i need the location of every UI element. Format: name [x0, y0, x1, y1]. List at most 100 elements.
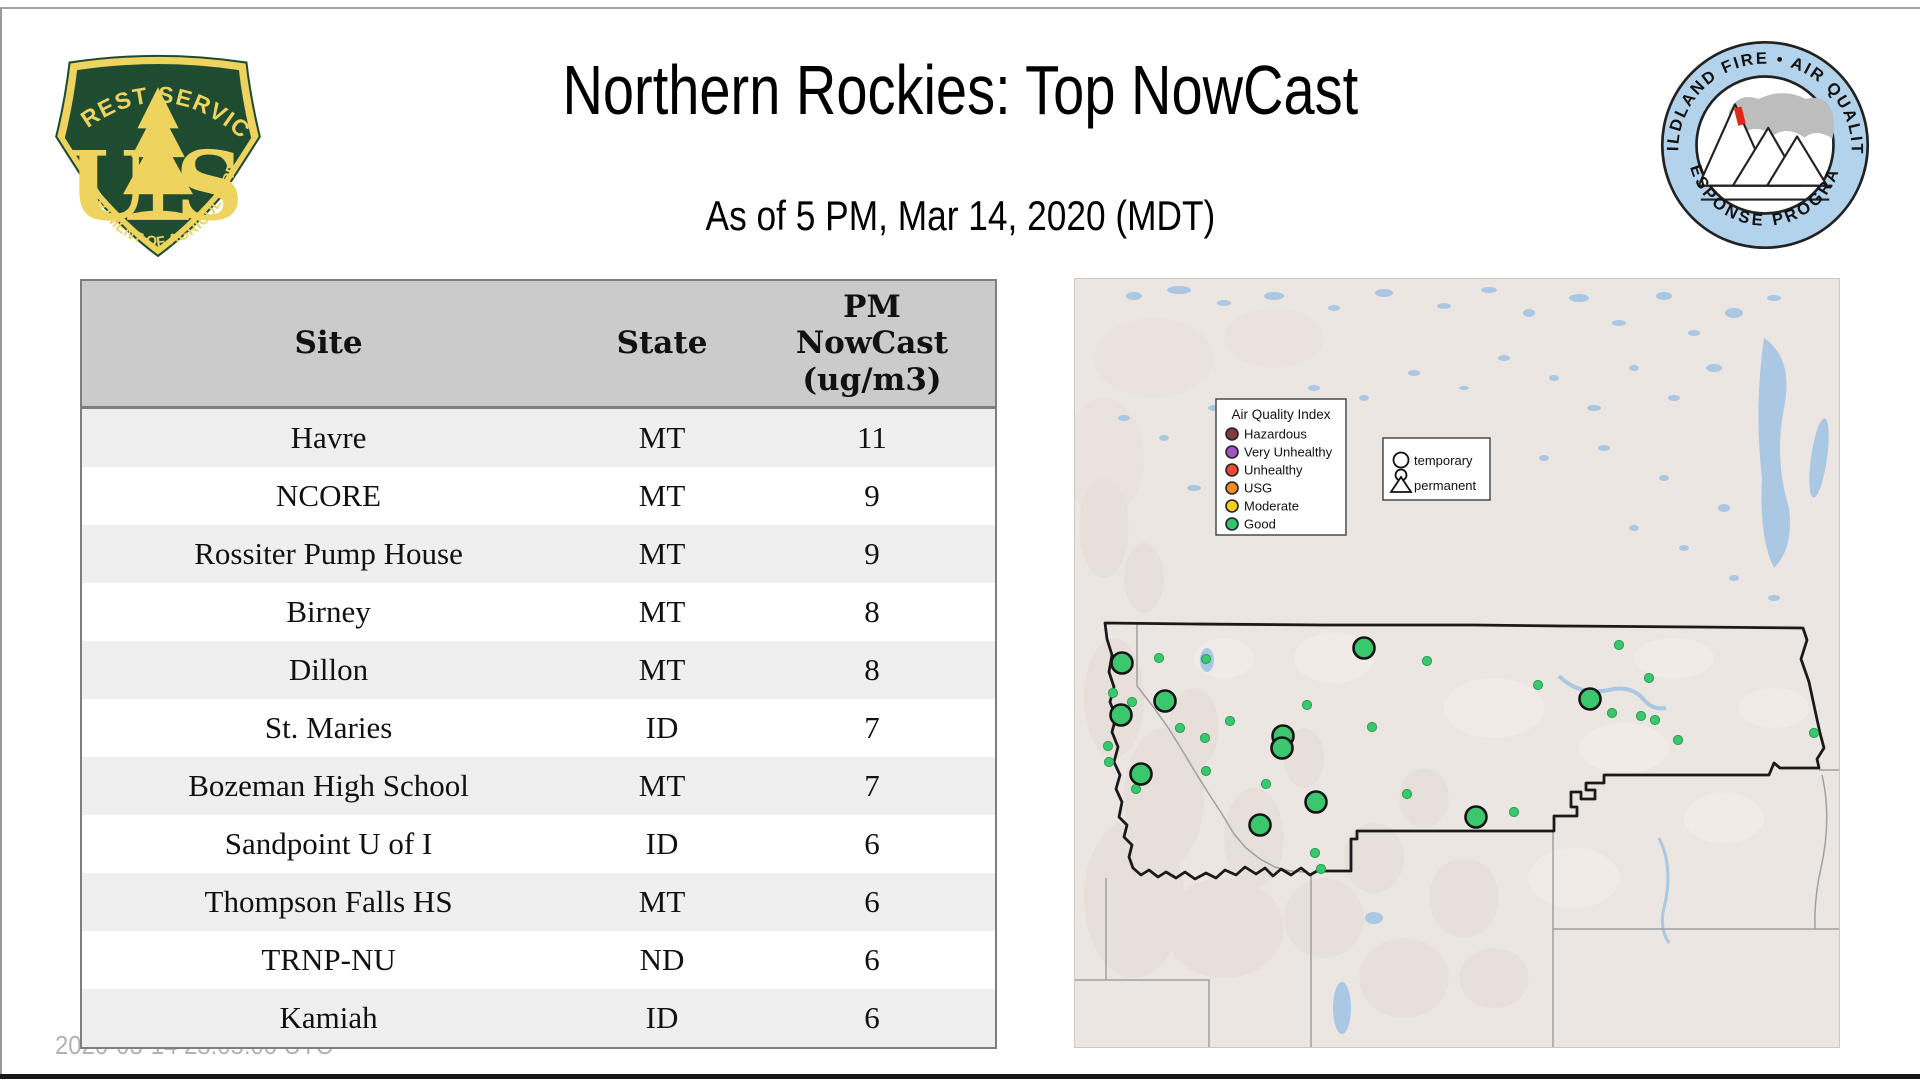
monitor-dot — [1649, 714, 1661, 726]
aqi-swatch — [1225, 463, 1239, 477]
top-site-dot — [1578, 687, 1602, 711]
cell-state: ID — [645, 710, 679, 745]
cell-site: Thompson Falls HS — [204, 884, 453, 919]
cell-site: NCORE — [276, 478, 382, 513]
cell-state: MT — [638, 884, 686, 919]
cell-pm: 6 — [864, 884, 880, 919]
aqi-label: Good — [1244, 517, 1276, 532]
column-header-site: Site — [81, 280, 576, 409]
slide-top-border — [0, 7, 1920, 9]
cell-state: MT — [638, 536, 686, 571]
cell-state: MT — [638, 420, 686, 455]
table-row: Kamiah ID 6 — [81, 989, 996, 1048]
monitor-dot — [1508, 806, 1520, 818]
monitor-dot — [1366, 721, 1378, 733]
cell-pm: 7 — [864, 768, 880, 803]
cell-site: St. Maries — [264, 710, 393, 745]
aqi-label: Very Unhealthy — [1244, 445, 1333, 460]
table-row: NCORE MT 9 — [81, 467, 996, 525]
cell-state: MT — [638, 652, 686, 687]
monitor-dot — [1401, 788, 1413, 800]
usfs-logo: FOREST SERVICE DEPARTMENT OF AGRICULTURE… — [55, 42, 261, 258]
aqi-legend-title: Air Quality Index — [1231, 407, 1330, 422]
table-header-row: Site State PM NowCast (ug/m3) — [81, 280, 996, 409]
table-row: Bozeman High School MT 7 — [81, 757, 996, 815]
aqi-swatch — [1225, 445, 1239, 459]
cell-pm: 6 — [864, 942, 880, 977]
monitor-dot — [1421, 655, 1433, 667]
aqi-label: Hazardous — [1244, 427, 1307, 442]
cell-pm: 9 — [864, 478, 880, 513]
wfaqrp-logo: WILDLAND FIRE • AIR QUALITY RESPONSE PRO… — [1658, 38, 1870, 250]
cell-state: MT — [638, 768, 686, 803]
slide: 2020-03-14 23:05:00 UTC FOREST SERVICE D… — [0, 0, 1920, 1080]
cell-state: MT — [638, 478, 686, 513]
cell-pm: 6 — [864, 1000, 880, 1035]
monitor-dot — [1224, 715, 1236, 727]
cell-pm: 9 — [864, 536, 880, 571]
top-site-dot — [1352, 636, 1376, 660]
aqi-label: Moderate — [1244, 499, 1299, 514]
aqi-swatch — [1225, 427, 1239, 441]
cell-pm: 11 — [857, 420, 887, 455]
monitor-dot — [1126, 696, 1138, 708]
top-site-dot — [1248, 813, 1272, 837]
cell-pm: 6 — [864, 826, 880, 861]
cell-pm: 8 — [864, 594, 880, 629]
monitor-dot — [1174, 722, 1186, 734]
monitor-dot — [1107, 687, 1119, 699]
monitor-dot — [1672, 734, 1684, 746]
monitor-dot — [1153, 652, 1165, 664]
cell-pm: 8 — [864, 652, 880, 687]
permanent-label: permanent — [1414, 478, 1477, 493]
aqi-legend: Air Quality Index Hazardous Very Unhealth… — [1215, 398, 1347, 536]
top-site-dot — [1129, 762, 1153, 786]
cell-site: Birney — [286, 594, 371, 629]
monitor-dot — [1200, 653, 1212, 665]
nowcast-table: Site State PM NowCast (ug/m3) Havre MT 11 … — [80, 279, 997, 1049]
table-row: St. Maries ID 7 — [81, 699, 996, 757]
monitor-dot — [1103, 756, 1115, 768]
cell-site: Kamiah — [279, 1000, 378, 1035]
temporary-label: temporary — [1414, 453, 1473, 468]
monitor-dot — [1309, 847, 1321, 859]
monitor-dot — [1199, 732, 1211, 744]
top-site-dot — [1110, 651, 1134, 675]
slide-bottom-border — [0, 1074, 1920, 1079]
monitor-dot — [1301, 699, 1313, 711]
monitor-type-legend: temporary permanent — [1382, 437, 1491, 501]
cell-pm: 7 — [864, 710, 880, 745]
monitor-dot — [1808, 727, 1820, 739]
cell-state: ID — [645, 826, 679, 861]
column-header-state: State — [575, 280, 749, 409]
temporary-monitor-icon — [1392, 451, 1410, 469]
monitor-dot — [1532, 679, 1544, 691]
table-row: TRNP-NU ND 6 — [81, 931, 996, 989]
table-row: Havre MT 11 — [81, 407, 996, 467]
cell-site: Havre — [290, 420, 367, 455]
top-site-dot — [1304, 790, 1328, 814]
monitor-map: Air Quality Index Hazardous Very Unhealth… — [1074, 278, 1840, 1048]
top-site-dot — [1270, 736, 1294, 760]
cell-state: MT — [638, 594, 686, 629]
monitor-dot — [1130, 783, 1142, 795]
table-row: Sandpoint U of I ID 6 — [81, 815, 996, 873]
table-row: Rossiter Pump House MT 9 — [81, 525, 996, 583]
cell-state: ND — [639, 942, 685, 977]
cell-site: TRNP-NU — [261, 942, 396, 977]
aqi-label: Unhealthy — [1244, 463, 1303, 478]
aqi-swatch — [1225, 499, 1239, 513]
monitor-dot — [1315, 863, 1327, 875]
table-row: Thompson Falls HS MT 6 — [81, 873, 996, 931]
monitor-dot — [1643, 672, 1655, 684]
top-site-dot — [1109, 703, 1133, 727]
cell-site: Dillon — [288, 652, 369, 687]
monitor-dot — [1200, 765, 1212, 777]
page-title: Northern Rockies: Top NowCast — [562, 51, 1358, 129]
monitor-dot — [1606, 707, 1618, 719]
aqi-swatch — [1225, 481, 1239, 495]
page-subtitle: As of 5 PM, Mar 14, 2020 (MDT) — [705, 192, 1215, 239]
monitor-dot — [1260, 778, 1272, 790]
column-header-pm: PM NowCast (ug/m3) — [748, 280, 996, 409]
monitor-dot — [1613, 639, 1625, 651]
